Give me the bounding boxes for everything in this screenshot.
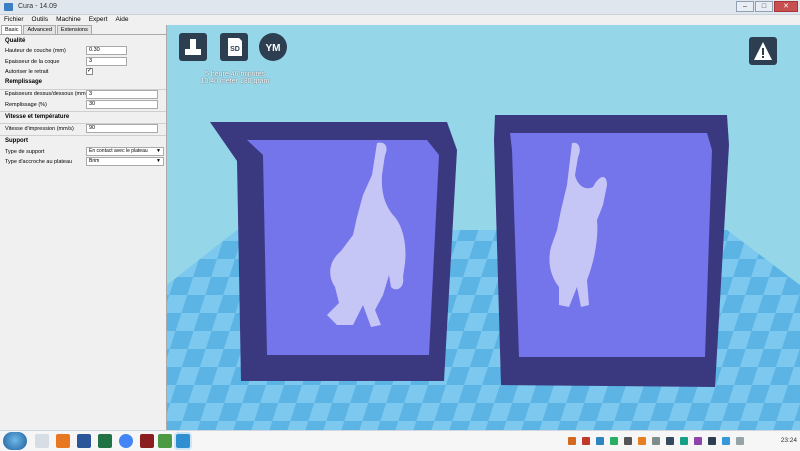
3d-viewport[interactable]: SD YM 5 heure 46 minutes 10.40 meter 130… bbox=[167, 25, 800, 430]
model-left[interactable] bbox=[210, 122, 457, 381]
maximize-button[interactable]: □ bbox=[755, 1, 773, 12]
support-type-label: Type de support bbox=[5, 149, 45, 155]
scene bbox=[167, 25, 800, 430]
layer-height-input[interactable]: 0.30 bbox=[86, 46, 127, 55]
flag-icon[interactable] bbox=[736, 437, 744, 445]
word-icon[interactable] bbox=[77, 434, 91, 448]
firefox-icon[interactable] bbox=[56, 434, 70, 448]
explorer-icon[interactable] bbox=[35, 434, 49, 448]
tray-icon[interactable] bbox=[582, 437, 590, 445]
start-button[interactable] bbox=[3, 432, 27, 450]
windows-taskbar: 23:24 bbox=[0, 430, 800, 451]
tab-extensions[interactable]: Extensions bbox=[56, 25, 92, 34]
bottom-top-thickness-input[interactable]: 3 bbox=[86, 90, 158, 99]
menu-expert[interactable]: Expert bbox=[85, 15, 112, 25]
retraction-checkbox[interactable]: ✓ bbox=[86, 68, 93, 75]
minimize-button[interactable]: – bbox=[736, 1, 754, 12]
clock[interactable]: 23:24 bbox=[781, 431, 797, 451]
section-fill: Remplissage bbox=[5, 79, 43, 85]
print-speed-input[interactable]: 90 bbox=[86, 124, 158, 133]
tray-icon[interactable] bbox=[694, 437, 702, 445]
youmagine-button[interactable]: YM bbox=[259, 33, 287, 61]
menu-bar: Fichier Outils Machine Expert Aide bbox=[0, 15, 800, 25]
tab-basic[interactable]: Basic bbox=[1, 25, 23, 34]
load-model-icon bbox=[179, 33, 207, 61]
settings-tabs: Basic Advanced Extensions bbox=[1, 25, 93, 34]
divider bbox=[0, 111, 166, 112]
window-controls: – □ ✕ bbox=[736, 1, 798, 12]
model-right[interactable] bbox=[494, 115, 729, 387]
settings-panel: Basic Advanced Extensions Qualité Hauteu… bbox=[0, 25, 167, 430]
divider bbox=[0, 135, 166, 136]
tab-advanced[interactable]: Advanced bbox=[23, 25, 56, 34]
tray-icon[interactable] bbox=[680, 437, 688, 445]
tray-icon[interactable] bbox=[638, 437, 646, 445]
menu-machine[interactable]: Machine bbox=[52, 15, 85, 25]
menu-aide[interactable]: Aide bbox=[112, 15, 133, 25]
section-speed-temperature: Vitesse et température bbox=[5, 114, 70, 120]
youmagine-icon: YM bbox=[259, 33, 287, 61]
support-type-select[interactable]: En contact avec le plateau ▼ bbox=[86, 147, 164, 156]
save-sd-button[interactable]: SD bbox=[220, 33, 248, 61]
menu-outils[interactable]: Outils bbox=[28, 15, 53, 25]
tray-icon[interactable] bbox=[610, 437, 618, 445]
print-info: 5 heure 46 minutes 10.40 meter 130 gram bbox=[195, 71, 275, 85]
cura-taskbar-icon[interactable] bbox=[176, 434, 190, 448]
adhesion-type-label: Type d'accroche au plateau bbox=[5, 159, 73, 165]
adhesion-type-select[interactable]: Brim ▼ bbox=[86, 157, 164, 166]
tray-icon[interactable] bbox=[624, 437, 632, 445]
view-mode-button[interactable] bbox=[749, 37, 777, 65]
adhesion-type-value: Brim bbox=[89, 158, 100, 164]
menu-fichier[interactable]: Fichier bbox=[0, 15, 28, 25]
title-bar: Cura - 14.09 – □ ✕ bbox=[0, 0, 800, 15]
fill-density-input[interactable]: 30 bbox=[86, 100, 158, 109]
layer-height-label: Hauteur de couche (mm) bbox=[5, 48, 66, 54]
section-support: Support bbox=[5, 138, 28, 144]
print-speed-label: Vitesse d'impression (mm/s) bbox=[5, 126, 74, 132]
fill-density-label: Remplissage (%) bbox=[5, 102, 47, 108]
print-material: 10.40 meter 130 gram bbox=[200, 78, 270, 85]
tray-icon[interactable] bbox=[568, 437, 576, 445]
section-quality: Qualité bbox=[5, 38, 26, 44]
volume-icon[interactable] bbox=[722, 437, 730, 445]
settings-body: Qualité Hauteur de couche (mm) 0.30 Epai… bbox=[0, 34, 166, 431]
tray-icon[interactable] bbox=[666, 437, 674, 445]
sd-card-icon: SD bbox=[220, 33, 248, 61]
view-mode-icon bbox=[749, 37, 777, 65]
close-button[interactable]: ✕ bbox=[774, 1, 798, 12]
retraction-label: Autoriser le retrait bbox=[5, 69, 49, 75]
tray-icon[interactable] bbox=[596, 437, 604, 445]
network-icon[interactable] bbox=[708, 437, 716, 445]
chrome-icon[interactable] bbox=[119, 434, 133, 448]
excel-icon[interactable] bbox=[98, 434, 112, 448]
bottom-top-thickness-label: Epaisseurs dessus/dessous (mm) bbox=[5, 91, 88, 97]
shell-thickness-label: Epaisseur de la coque bbox=[5, 59, 60, 65]
chevron-down-icon: ▼ bbox=[156, 158, 161, 164]
sd-label: SD bbox=[230, 46, 240, 53]
cura-app-icon bbox=[4, 3, 13, 11]
app-icon[interactable] bbox=[158, 434, 172, 448]
window-title: Cura - 14.09 bbox=[18, 3, 57, 10]
chevron-down-icon: ▼ bbox=[156, 148, 161, 154]
support-type-value: En contact avec le plateau bbox=[89, 148, 148, 154]
shell-thickness-input[interactable]: 3 bbox=[86, 57, 127, 66]
load-model-button[interactable] bbox=[179, 33, 207, 61]
print-time: 5 heure 46 minutes bbox=[205, 71, 265, 78]
tray-icon[interactable] bbox=[652, 437, 660, 445]
ym-label: YM bbox=[266, 43, 281, 54]
app-icon[interactable] bbox=[140, 434, 154, 448]
